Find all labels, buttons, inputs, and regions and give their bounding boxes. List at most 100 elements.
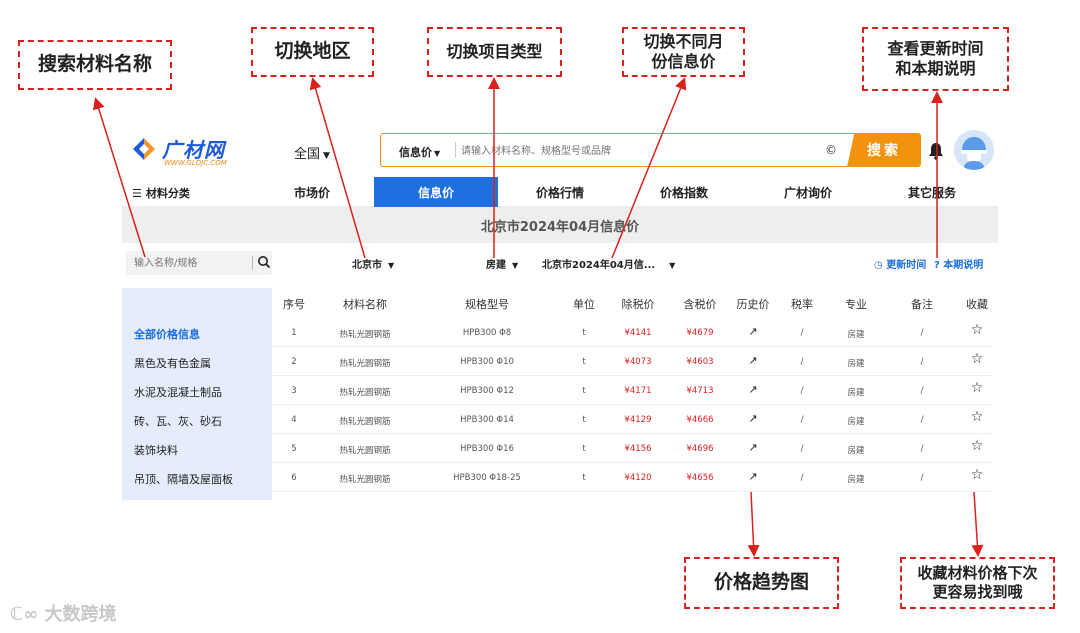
bell-icon[interactable]: [928, 142, 944, 160]
search-type-dropdown[interactable]: 信息价 ▼: [399, 144, 440, 160]
menu-icon: ☰: [132, 187, 142, 200]
star-icon[interactable]: ☆: [960, 322, 994, 338]
help-icon: ?: [934, 260, 940, 271]
material-category-menu[interactable]: ☰ 材料分类: [132, 185, 190, 201]
cell-no: 3: [291, 386, 297, 396]
star-icon[interactable]: ☆: [960, 351, 994, 367]
chevron-down-icon: ▼: [323, 151, 330, 161]
clear-icon[interactable]: ©: [825, 143, 837, 157]
cell-no: 1: [291, 328, 297, 338]
cell-price-ex: ¥4141: [624, 328, 652, 338]
annotation-check-update: 查看更新时间 和本期说明: [862, 27, 1009, 91]
logo-url: WWW.GLDJC.COM: [164, 159, 227, 167]
cell-unit: t: [582, 357, 586, 367]
material-search: [126, 251, 272, 275]
material-search-input[interactable]: [134, 255, 244, 271]
cell-note: /: [920, 444, 924, 454]
annotation-switch-project-type: 切换项目类型: [427, 27, 562, 77]
annotation-switch-region: 切换地区: [251, 27, 374, 77]
period-label: 北京市2024年04月信...: [542, 260, 656, 271]
filter-bar: 北京市 ▼ 房建 ▼ 北京市2024年04月信... ▼ ◷ 更新时间 ? 本期说明: [122, 243, 998, 283]
sidebar-item-all[interactable]: 全部价格信息: [134, 326, 200, 342]
star-icon[interactable]: ☆: [960, 467, 994, 483]
sidebar-item-brick[interactable]: 砖、瓦、灰、砂石: [134, 413, 222, 429]
table-row: 1 热轧光圆钢筋 HPB300 Φ8 t ¥4141 ¥4679 ↗ / 房建 / ☆: [272, 318, 992, 347]
city-dropdown[interactable]: 北京市 ▼: [352, 256, 394, 271]
region-selector[interactable]: 全国 ▼: [294, 143, 330, 162]
search-bar: 信息价▼ © 搜索: [380, 133, 921, 167]
table-row: 4 热轧光圆钢筋 HPB300 Φ14 t ¥4129 ¥4666 ↗ / 房建 / ☆: [272, 405, 992, 434]
star-icon[interactable]: ☆: [960, 438, 994, 454]
price-trend-icon[interactable]: ↗: [732, 325, 774, 338]
page-title: 北京市2024年04月信息价: [122, 207, 998, 243]
search-input[interactable]: [461, 141, 821, 161]
period-note-link[interactable]: ? 本期说明: [934, 256, 983, 271]
column-header: 材料名称: [343, 298, 387, 311]
sidebar-item-metal[interactable]: 黑色及有色金属: [134, 355, 211, 371]
table-row: 6 热轧光圆钢筋 HPB300 Φ18-25 t ¥4120 ¥4656 ↗ / 房建 / ☆: [272, 463, 992, 492]
search-type-label: 信息价: [399, 146, 432, 159]
cell-price-ex: ¥4129: [624, 415, 652, 425]
watermark-text: 大数跨境: [44, 604, 117, 625]
avatar[interactable]: [954, 130, 994, 170]
cell-unit: t: [582, 386, 586, 396]
cell-note: /: [920, 357, 924, 367]
star-icon[interactable]: ☆: [960, 409, 994, 425]
price-trend-icon[interactable]: ↗: [732, 470, 774, 483]
cell-spec: HPB300 Φ10: [460, 357, 514, 367]
search-button[interactable]: 搜索: [847, 133, 921, 167]
update-time-link[interactable]: ◷ 更新时间: [874, 256, 926, 271]
column-header: 除税价: [621, 298, 655, 311]
arrow-trend: [747, 491, 760, 557]
price-trend-icon[interactable]: ↗: [732, 441, 774, 454]
column-header: 专业: [845, 298, 867, 311]
nav-item-inquiry[interactable]: 广材询价: [746, 177, 870, 207]
nav-item-price-trend[interactable]: 价格行情: [498, 177, 622, 207]
nav-item-market-price[interactable]: 市场价: [250, 177, 374, 207]
cell-name: 热轧光圆钢筋: [339, 330, 391, 340]
chevron-down-icon: ▼: [669, 261, 676, 270]
period-dropdown[interactable]: 北京市2024年04月信... ▼: [542, 256, 675, 271]
chevron-down-icon: ▼: [388, 261, 395, 270]
search-icon[interactable]: [257, 255, 271, 269]
column-header: 规格型号: [465, 298, 509, 311]
nav-item-other-services[interactable]: 其它服务: [870, 177, 994, 207]
nav-item-price-index[interactable]: 价格指数: [622, 177, 746, 207]
main-nav: ☰ 材料分类 市场价 信息价 价格行情 价格指数 广材询价 其它服务: [122, 177, 998, 207]
cell-note: /: [920, 328, 924, 338]
cell-unit: t: [582, 473, 586, 483]
cell-tax: /: [800, 386, 804, 396]
cell-unit: t: [582, 415, 586, 425]
cell-unit: t: [582, 328, 586, 338]
cell-unit: t: [582, 444, 586, 454]
column-header: 单位: [573, 298, 595, 311]
logo[interactable]: 广材网 WWW.GLDJC.COM: [130, 134, 240, 170]
project-type-dropdown[interactable]: 房建 ▼: [486, 256, 518, 271]
clock-icon: ◷: [874, 260, 883, 271]
cell-major: 房建: [847, 417, 865, 427]
sidebar-item-decor[interactable]: 装饰块料: [134, 442, 178, 458]
category-label: 材料分类: [145, 187, 190, 200]
cell-major: 房建: [847, 388, 865, 398]
table-header: 序号 材料名称 规格型号 单位 除税价 含税价 历史价 税率 专业 备注 收藏: [272, 288, 992, 318]
star-icon[interactable]: ☆: [960, 380, 994, 396]
nav-item-info-price[interactable]: 信息价: [374, 177, 498, 207]
annotation-switch-month: 切换不同月 份信息价: [622, 27, 745, 77]
table-row: 5 热轧光圆钢筋 HPB300 Φ16 t ¥4156 ¥4696 ↗ / 房建 / ☆: [272, 434, 992, 463]
price-trend-icon[interactable]: ↗: [732, 354, 774, 367]
annotation-search-material: 搜索材料名称: [18, 40, 172, 90]
sidebar-item-ceiling[interactable]: 吊顶、隔墙及屋面板: [134, 471, 233, 487]
cell-spec: HPB300 Φ18-25: [453, 473, 521, 483]
cell-price-in: ¥4656: [686, 473, 714, 483]
user-avatar-icon: [954, 130, 994, 170]
cell-price-in: ¥4696: [686, 444, 714, 454]
price-trend-icon[interactable]: ↗: [732, 383, 774, 396]
chevron-down-icon: ▼: [434, 149, 441, 158]
cell-note: /: [920, 386, 924, 396]
cell-note: /: [920, 473, 924, 483]
app-screenshot: 广材网 WWW.GLDJC.COM 全国▼ 信息价▼ © 搜索 ☰材料分类 市场…: [122, 122, 998, 500]
divider: [455, 142, 456, 158]
sidebar-item-cement[interactable]: 水泥及混凝土制品: [134, 384, 222, 400]
cell-note: /: [920, 415, 924, 425]
price-trend-icon[interactable]: ↗: [732, 412, 774, 425]
